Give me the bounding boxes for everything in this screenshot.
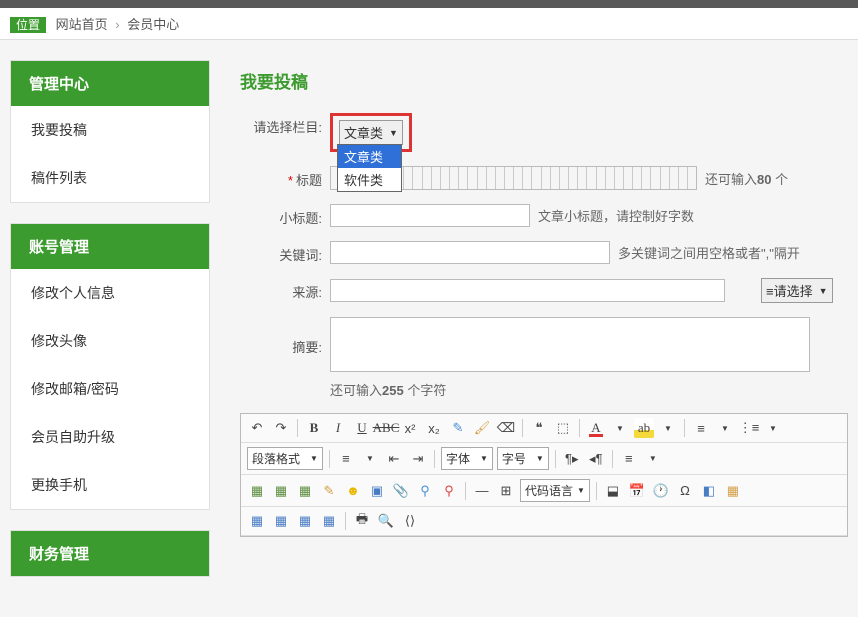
table-delete-icon[interactable]: ▦: [271, 511, 291, 531]
sidebar-item-phone[interactable]: 更换手机: [11, 461, 209, 509]
pagebreak-icon[interactable]: ⬓: [603, 481, 623, 501]
text-color-arrow[interactable]: ▼: [610, 418, 630, 438]
lh-arrow[interactable]: ▼: [643, 449, 663, 469]
align-left-button[interactable]: ≡: [336, 449, 356, 469]
gmap-icon[interactable]: ⚲: [439, 481, 459, 501]
strikethrough-button[interactable]: ABC: [376, 418, 396, 438]
multi-image-icon[interactable]: ▦: [271, 481, 291, 501]
bg-color-arrow[interactable]: ▼: [658, 418, 678, 438]
sidebar-item-profile[interactable]: 修改个人信息: [11, 269, 209, 317]
subtitle-hint: 文章小标题，请控制好字数: [538, 206, 694, 225]
clear-format-icon[interactable]: ⌫: [496, 418, 516, 438]
unordered-list-button[interactable]: ⋮≡: [739, 418, 759, 438]
undo-icon[interactable]: ↶: [247, 418, 267, 438]
brush-icon[interactable]: ✎: [448, 418, 468, 438]
breadcrumb-sep: ›: [115, 17, 119, 32]
chevron-down-icon: ▼: [819, 286, 828, 296]
time-icon[interactable]: 🕐: [651, 481, 671, 501]
emoji-icon[interactable]: ☻: [343, 481, 363, 501]
screenshot-icon[interactable]: ◧: [699, 481, 719, 501]
wordimage-icon[interactable]: ▦: [723, 481, 743, 501]
sidebar-item-avatar[interactable]: 修改头像: [11, 317, 209, 365]
rich-editor: ↶ ↷ B I U ABC x² x₂ ✎ 🖌 ⌫ ❝ ⬚ A ▼ ab ▼: [240, 413, 848, 537]
print-icon[interactable]: 🖶: [352, 511, 372, 531]
code-format-icon[interactable]: ⊞: [496, 481, 516, 501]
panel-header-finance: 财务管理: [11, 531, 209, 576]
panel-header-account: 账号管理: [11, 224, 209, 269]
font-family-select[interactable]: 字体▼: [441, 447, 493, 470]
video-icon[interactable]: ▣: [367, 481, 387, 501]
italic-button[interactable]: I: [328, 418, 348, 438]
category-option-article[interactable]: 文章类: [338, 145, 401, 168]
map-icon[interactable]: ⚲: [415, 481, 435, 501]
sidebar: 管理中心 我要投稿 稿件列表 账号管理 修改个人信息 修改头像 修改邮箱/密码 …: [10, 60, 210, 597]
chevron-down-icon: ▼: [389, 128, 398, 138]
sidebar-item-submit[interactable]: 我要投稿: [11, 106, 209, 154]
panel-header-manage: 管理中心: [11, 61, 209, 106]
summary-hint: 还可输入255 个字符: [330, 380, 446, 399]
redo-icon[interactable]: ↷: [271, 418, 291, 438]
rtl-button[interactable]: ◂¶: [586, 449, 606, 469]
format-paint-icon[interactable]: 🖌: [472, 418, 492, 438]
text-color-button[interactable]: A: [586, 418, 606, 438]
summary-textarea[interactable]: [330, 317, 810, 372]
breadcrumb: 位置 网站首页 › 会员中心: [0, 8, 858, 40]
table-col-icon[interactable]: ▦: [319, 511, 339, 531]
page-title: 我要投稿: [240, 60, 848, 113]
quote-icon[interactable]: ❝: [529, 418, 549, 438]
align-arrow[interactable]: ▼: [360, 449, 380, 469]
superscript-button[interactable]: x²: [400, 418, 420, 438]
breadcrumb-current[interactable]: 会员中心: [127, 17, 179, 32]
location-badge: 位置: [10, 17, 46, 33]
subtitle-label: 小标题:: [240, 204, 330, 227]
category-option-software[interactable]: 软件类: [338, 168, 401, 191]
outdent-button[interactable]: ⇤: [384, 449, 404, 469]
sidebar-item-email-pw[interactable]: 修改邮箱/密码: [11, 365, 209, 413]
keywords-input[interactable]: [330, 241, 610, 264]
date-icon[interactable]: 📅: [627, 481, 647, 501]
ltr-button[interactable]: ¶▸: [562, 449, 582, 469]
underline-button[interactable]: U: [352, 418, 372, 438]
source-input[interactable]: [330, 279, 725, 302]
main-content: 我要投稿 请选择栏目: 文章类▼ 文章类 软件类 *标题: [240, 60, 848, 597]
sidebar-item-drafts[interactable]: 稿件列表: [11, 154, 209, 202]
special-char-icon[interactable]: Ω: [675, 481, 695, 501]
blockquote-icon[interactable]: ⬚: [553, 418, 573, 438]
hr-icon[interactable]: —: [472, 481, 492, 501]
category-dropdown: 文章类 软件类: [337, 144, 402, 192]
source-select[interactable]: ≡请选择▼: [761, 278, 833, 303]
attachment-icon[interactable]: 📎: [391, 481, 411, 501]
line-height-button[interactable]: ≡: [619, 449, 639, 469]
font-size-select[interactable]: 字号▼: [497, 447, 549, 470]
image-icon[interactable]: ▦: [247, 481, 267, 501]
search-icon[interactable]: 🔍: [376, 511, 396, 531]
keywords-hint: 多关键词之间用空格或者","隔开: [618, 243, 800, 262]
source-label: 来源:: [240, 278, 330, 301]
ol-arrow[interactable]: ▼: [715, 418, 735, 438]
source-icon[interactable]: ⟨⟩: [400, 511, 420, 531]
sidebar-item-upgrade[interactable]: 会员自助升级: [11, 413, 209, 461]
scrawl-icon[interactable]: ✎: [319, 481, 339, 501]
title-hint: 还可输入80 个: [705, 169, 788, 188]
ul-arrow[interactable]: ▼: [763, 418, 783, 438]
indent-button[interactable]: ⇥: [408, 449, 428, 469]
table-icon[interactable]: ▦: [247, 511, 267, 531]
category-highlight: 文章类▼ 文章类 软件类: [330, 113, 412, 152]
table-row-icon[interactable]: ▦: [295, 511, 315, 531]
category-label: 请选择栏目:: [240, 113, 330, 136]
breadcrumb-home[interactable]: 网站首页: [56, 17, 108, 32]
keywords-label: 关键词:: [240, 241, 330, 264]
ordered-list-button[interactable]: ≡: [691, 418, 711, 438]
bold-button[interactable]: B: [304, 418, 324, 438]
code-lang-select[interactable]: 代码语言▼: [520, 479, 590, 502]
title-label: *标题: [240, 166, 330, 189]
category-select[interactable]: 文章类▼: [339, 120, 403, 145]
subtitle-input[interactable]: [330, 204, 530, 227]
subscript-button[interactable]: x₂: [424, 418, 444, 438]
para-format-select[interactable]: 段落格式▼: [247, 447, 323, 470]
bg-color-button[interactable]: ab: [634, 418, 654, 438]
summary-label: 摘要:: [240, 317, 330, 356]
web-image-icon[interactable]: ▦: [295, 481, 315, 501]
